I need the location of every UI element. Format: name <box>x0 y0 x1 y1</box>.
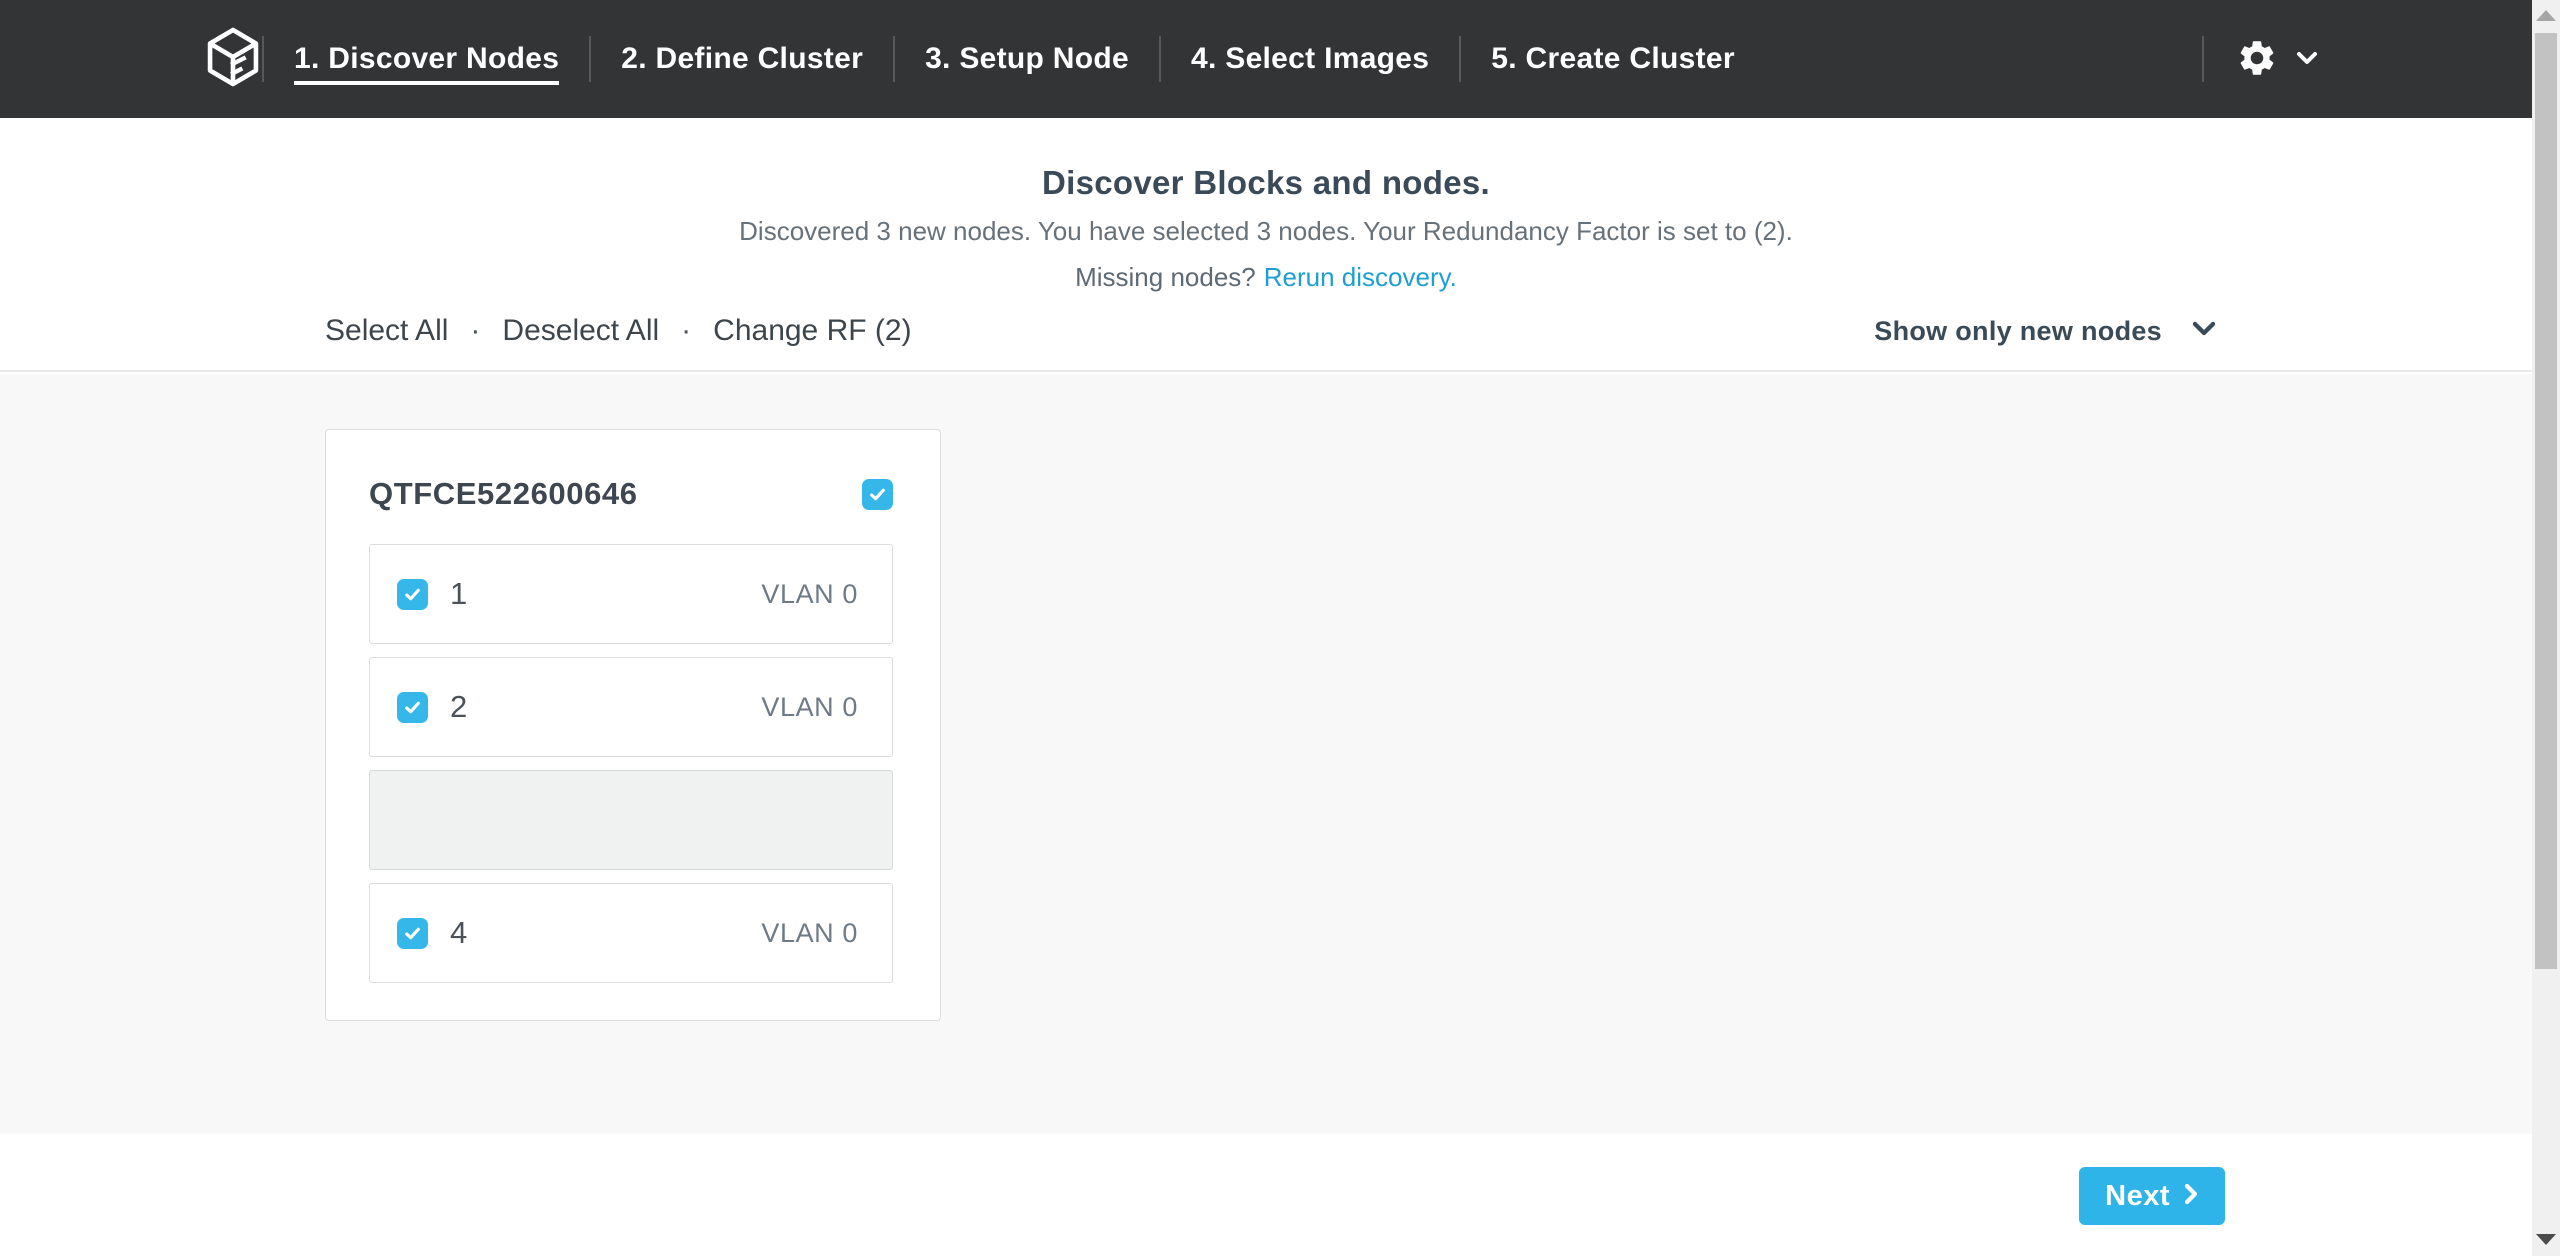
block-card: QTFCE522600646 1 VLAN 0 2 VLAN 0 4 VLAN 0 <box>325 429 941 1021</box>
node-vlan-label: VLAN 0 <box>761 692 858 723</box>
missing-nodes-row: Missing nodes? Rerun discovery. <box>0 262 2532 293</box>
cube-wireframe-logo-icon <box>206 27 260 92</box>
nav-step-1[interactable]: 1. Discover Nodes <box>264 0 589 118</box>
block-checkbox[interactable] <box>862 479 893 510</box>
footer: Next <box>0 1134 2532 1256</box>
filter-label: Show only new nodes <box>1874 316 2162 347</box>
node-list: 1 VLAN 0 2 VLAN 0 4 VLAN 0 <box>369 544 893 983</box>
nav-step-3[interactable]: 3. Setup Node <box>895 0 1159 118</box>
block-serial: QTFCE522600646 <box>369 476 638 512</box>
missing-nodes-label: Missing nodes? <box>1075 262 1256 292</box>
vertical-scrollbar[interactable] <box>2532 0 2560 1256</box>
node-row[interactable]: 1 VLAN 0 <box>369 544 893 644</box>
chevron-down-icon <box>2296 51 2318 68</box>
node-checkbox[interactable] <box>397 692 428 723</box>
node-vlan-label: VLAN 0 <box>761 579 858 610</box>
next-button-label: Next <box>2105 1180 2170 1213</box>
scroll-up-arrow-icon[interactable] <box>2536 10 2556 21</box>
nav-step-2[interactable]: 2. Define Cluster <box>591 0 893 118</box>
node-vlan-label: VLAN 0 <box>761 918 858 949</box>
page-title: Discover Blocks and nodes. <box>0 164 2532 202</box>
rerun-discovery-link[interactable]: Rerun discovery. <box>1264 262 1457 292</box>
node-position: 4 <box>450 915 467 951</box>
nav-step-5[interactable]: 5. Create Cluster <box>1461 0 1765 118</box>
chevron-down-icon <box>2192 321 2216 341</box>
node-row[interactable]: 4 VLAN 0 <box>369 883 893 983</box>
wizard-steps: 1. Discover Nodes2. Define Cluster3. Set… <box>262 0 1765 118</box>
change-rf-link[interactable]: Change RF (2) <box>713 314 911 348</box>
gear-icon <box>2236 37 2278 82</box>
foundation-logo <box>206 29 260 89</box>
settings-menu-button[interactable] <box>2204 37 2318 82</box>
discovery-summary: Discovered 3 new nodes. You have selecte… <box>0 216 2532 247</box>
controls-row: Select All · Deselect All · Change RF (2… <box>316 314 2216 348</box>
select-all-link[interactable]: Select All <box>325 314 448 348</box>
node-position: 2 <box>450 689 467 725</box>
deselect-all-link[interactable]: Deselect All <box>502 314 659 348</box>
nav-step-4[interactable]: 4. Select Images <box>1161 0 1459 118</box>
scrollbar-thumb[interactable] <box>2535 33 2557 969</box>
scroll-down-arrow-icon[interactable] <box>2536 1234 2556 1245</box>
block-header: QTFCE522600646 <box>369 476 893 512</box>
node-checkbox[interactable] <box>397 579 428 610</box>
next-button[interactable]: Next <box>2079 1167 2225 1225</box>
node-row[interactable]: 2 VLAN 0 <box>369 657 893 757</box>
top-navbar: 1. Discover Nodes2. Define Cluster3. Set… <box>0 0 2560 118</box>
dot-separator: · <box>681 314 691 348</box>
dot-separator: · <box>470 314 480 348</box>
show-only-new-nodes-dropdown[interactable]: Show only new nodes <box>1874 316 2216 347</box>
nodes-content-area: QTFCE522600646 1 VLAN 0 2 VLAN 0 4 VLAN 0 <box>0 374 2532 1134</box>
empty-node-slot <box>369 770 893 870</box>
chevron-right-icon <box>2184 1180 2199 1213</box>
navbar-right <box>2202 0 2560 118</box>
node-position: 1 <box>450 576 467 612</box>
page-header: Discover Blocks and nodes. Discovered 3 … <box>0 118 2532 372</box>
selection-actions: Select All · Deselect All · Change RF (2… <box>325 314 912 348</box>
app-window: 1. Discover Nodes2. Define Cluster3. Set… <box>0 0 2560 1256</box>
node-checkbox[interactable] <box>397 918 428 949</box>
